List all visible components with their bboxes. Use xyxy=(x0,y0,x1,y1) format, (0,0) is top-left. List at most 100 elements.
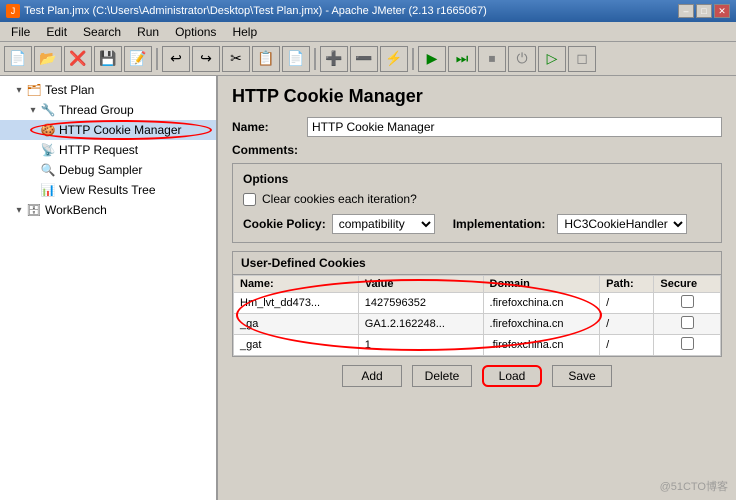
clear-cookies-checkbox[interactable] xyxy=(243,193,256,206)
minimize-button[interactable]: – xyxy=(678,4,694,18)
comments-row: Comments: xyxy=(232,143,722,157)
table-row[interactable]: _ga GA1.2.162248... .firefoxchina.cn / xyxy=(234,314,721,335)
label-viewresults: View Results Tree xyxy=(59,183,156,197)
menu-help[interactable]: Help xyxy=(225,23,264,41)
tree-item-testplan[interactable]: ▾ 🗂 Test Plan xyxy=(0,80,216,100)
toolbar-copy[interactable]: 📋 xyxy=(252,46,280,72)
toolbar-sep-3 xyxy=(412,48,414,70)
tree-item-workbench[interactable]: ▾ 🗄 WorkBench xyxy=(0,200,216,220)
label-httprequest: HTTP Request xyxy=(59,143,138,157)
menu-run[interactable]: Run xyxy=(130,23,166,41)
action-buttons: Add Delete Load Save xyxy=(232,365,722,387)
toolbar-new[interactable]: 📄 xyxy=(4,46,32,72)
right-panel: HTTP Cookie Manager Name: Comments: Opti… xyxy=(218,76,736,500)
icon-viewresults: 📊 xyxy=(40,182,56,198)
toolbar-collapse[interactable]: ➖ xyxy=(350,46,378,72)
cell-path: / xyxy=(600,335,654,356)
toolbar-cut[interactable]: ✂ xyxy=(222,46,250,72)
title-bar: J Test Plan.jmx (C:\Users\Administrator\… xyxy=(0,0,736,22)
cookie-policy-select[interactable]: compatibility default ignoreCookies nets… xyxy=(332,214,435,234)
implementation-select[interactable]: HC3CookieHandler HC4CookieHandler xyxy=(557,214,687,234)
label-debugsampler: Debug Sampler xyxy=(59,163,142,177)
toolbar-start[interactable]: ▶ xyxy=(418,46,446,72)
options-title: Options xyxy=(243,172,711,186)
label-threadgroup: Thread Group xyxy=(59,103,134,117)
toolbar-undo[interactable]: ↩ xyxy=(162,46,190,72)
cell-domain: .firefoxchina.cn xyxy=(483,293,600,314)
toolbar-sep-1 xyxy=(156,48,158,70)
cell-domain: .firefoxchina.cn xyxy=(483,314,600,335)
label-workbench: WorkBench xyxy=(45,203,107,217)
implementation-label: Implementation: xyxy=(453,217,546,231)
toolbar: 📄 📂 ❌ 💾 📝 ↩ ↪ ✂ 📋 📄 ➕ ➖ ⚡ ▶ ⏭ ⏹ ⏻ ▷ ◻ xyxy=(0,42,736,76)
toolbar-open[interactable]: 📂 xyxy=(34,46,62,72)
cell-name: _gat xyxy=(234,335,359,356)
tree-item-viewresults[interactable]: 📊 View Results Tree xyxy=(0,180,216,200)
toolbar-toggle[interactable]: ⚡ xyxy=(380,46,408,72)
cookie-policy-row: Cookie Policy: compatibility default ign… xyxy=(243,214,711,234)
name-input[interactable] xyxy=(307,117,722,137)
maximize-button[interactable]: □ xyxy=(696,4,712,18)
cell-domain: .firefoxchina.cn xyxy=(483,335,600,356)
clear-cookies-row: Clear cookies each iteration? xyxy=(243,192,711,206)
col-header-value: Value xyxy=(358,276,483,293)
cell-name: _ga xyxy=(234,314,359,335)
toolbar-remote-stop[interactable]: ◻ xyxy=(568,46,596,72)
menu-options[interactable]: Options xyxy=(168,23,223,41)
menu-edit[interactable]: Edit xyxy=(39,23,74,41)
cell-value: 1 xyxy=(358,335,483,356)
panel-title: HTTP Cookie Manager xyxy=(232,86,722,107)
icon-cookiemanager: 🍪 xyxy=(40,122,56,138)
delete-button[interactable]: Delete xyxy=(412,365,472,387)
menu-file[interactable]: File xyxy=(4,23,37,41)
cell-secure xyxy=(654,293,721,314)
icon-httprequest: 📡 xyxy=(40,142,56,158)
label-cookiemanager: HTTP Cookie Manager xyxy=(59,123,182,137)
tree-item-threadgroup[interactable]: ▾ 🔧 Thread Group xyxy=(0,100,216,120)
table-row[interactable]: _gat 1 .firefoxchina.cn / xyxy=(234,335,721,356)
window-title: Test Plan.jmx (C:\Users\Administrator\De… xyxy=(24,5,487,17)
cell-secure xyxy=(654,314,721,335)
cell-path: / xyxy=(600,293,654,314)
cell-name: Hm_lvt_dd473... xyxy=(234,293,359,314)
toggle-testplan[interactable]: ▾ xyxy=(12,83,26,97)
menu-bar: File Edit Search Run Options Help xyxy=(0,22,736,42)
toolbar-remote-start[interactable]: ▷ xyxy=(538,46,566,72)
icon-debugsampler: 🔍 xyxy=(40,162,56,178)
toggle-workbench[interactable]: ▾ xyxy=(12,203,26,217)
toolbar-redo[interactable]: ↪ xyxy=(192,46,220,72)
toolbar-expand[interactable]: ➕ xyxy=(320,46,348,72)
toolbar-stop[interactable]: ⏹ xyxy=(478,46,506,72)
name-field-row: Name: xyxy=(232,117,722,137)
toolbar-paste[interactable]: 📄 xyxy=(282,46,310,72)
menu-search[interactable]: Search xyxy=(76,23,128,41)
tree-item-httprequest[interactable]: 📡 HTTP Request xyxy=(0,140,216,160)
toolbar-shutdown[interactable]: ⏻ xyxy=(508,46,536,72)
toolbar-close[interactable]: ❌ xyxy=(64,46,92,72)
close-button[interactable]: ✕ xyxy=(714,4,730,18)
tree-item-debugsampler[interactable]: 🔍 Debug Sampler xyxy=(0,160,216,180)
col-header-name: Name: xyxy=(234,276,359,293)
cell-value: 1427596352 xyxy=(358,293,483,314)
add-button[interactable]: Add xyxy=(342,365,402,387)
icon-workbench: 🗄 xyxy=(26,202,42,218)
window-controls: – □ ✕ xyxy=(678,4,730,18)
toolbar-save[interactable]: 💾 xyxy=(94,46,122,72)
toolbar-saveas[interactable]: 📝 xyxy=(124,46,152,72)
save-button[interactable]: Save xyxy=(552,365,612,387)
load-button[interactable]: Load xyxy=(482,365,542,387)
cookies-header: User-Defined Cookies xyxy=(233,252,721,275)
toggle-threadgroup[interactable]: ▾ xyxy=(26,103,40,117)
main-area: ▾ 🗂 Test Plan ▾ 🔧 Thread Group 🍪 HTTP Co… xyxy=(0,76,736,500)
tree-panel: ▾ 🗂 Test Plan ▾ 🔧 Thread Group 🍪 HTTP Co… xyxy=(0,76,218,500)
icon-testplan: 🗂 xyxy=(26,82,42,98)
tree-item-cookiemanager[interactable]: 🍪 HTTP Cookie Manager xyxy=(0,120,216,140)
comments-label: Comments: xyxy=(232,143,307,157)
cell-secure xyxy=(654,335,721,356)
table-row[interactable]: Hm_lvt_dd473... 1427596352 .firefoxchina… xyxy=(234,293,721,314)
toolbar-start-no-pauses[interactable]: ⏭ xyxy=(448,46,476,72)
name-label: Name: xyxy=(232,120,307,134)
cell-path: / xyxy=(600,314,654,335)
toolbar-sep-2 xyxy=(314,48,316,70)
cookie-policy-label: Cookie Policy: xyxy=(243,217,326,231)
